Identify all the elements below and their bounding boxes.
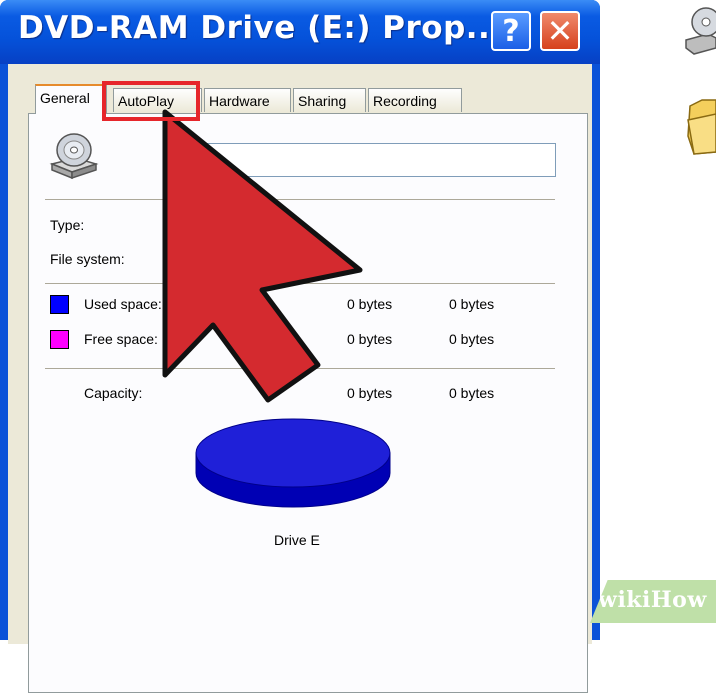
folder-icon[interactable]	[686, 96, 716, 158]
divider	[45, 199, 555, 200]
free-space-label: Free space:	[84, 331, 158, 347]
window-title: DVD-RAM Drive (E:) Prop...	[18, 10, 503, 46]
autoplay-tab-highlight	[102, 81, 200, 121]
close-button[interactable]: ✕	[540, 11, 580, 51]
used-space-bytes: 0 bytes	[347, 296, 393, 312]
tab-recording[interactable]: Recording	[368, 88, 462, 112]
disk-usage-pie	[195, 418, 391, 508]
general-tab-panel	[28, 113, 588, 693]
free-space-bytes: 0 bytes	[347, 331, 393, 347]
divider	[45, 368, 555, 369]
tab-sharing[interactable]: Sharing	[293, 88, 366, 112]
tab-general[interactable]: General	[35, 84, 107, 114]
filesystem-label: File system:	[50, 251, 125, 267]
divider	[45, 283, 555, 284]
drive-name-field[interactable]	[163, 143, 556, 177]
capacity-size: 0 bytes	[449, 385, 495, 401]
used-space-label: Used space:	[84, 296, 162, 312]
watermark-text: wikiHow	[598, 587, 707, 613]
used-space-swatch	[50, 295, 69, 314]
help-button[interactable]: ?	[491, 11, 531, 51]
capacity-bytes: 0 bytes	[347, 385, 393, 401]
drive-caption: Drive E	[274, 532, 320, 548]
free-space-swatch	[50, 330, 69, 349]
capacity-label: Capacity:	[84, 385, 143, 401]
tab-hardware[interactable]: Hardware	[204, 88, 291, 112]
used-space-size: 0 bytes	[449, 296, 495, 312]
free-space-size: 0 bytes	[449, 331, 495, 347]
cd-drive-icon	[49, 133, 99, 180]
type-label: Type:	[50, 217, 85, 233]
watermark: wikiHow	[590, 580, 716, 623]
title-bar[interactable]: DVD-RAM Drive (E:) Prop... ? ✕	[0, 0, 600, 64]
cd-drive-icon[interactable]	[684, 4, 716, 56]
desktop-sidebar	[600, 0, 716, 623]
